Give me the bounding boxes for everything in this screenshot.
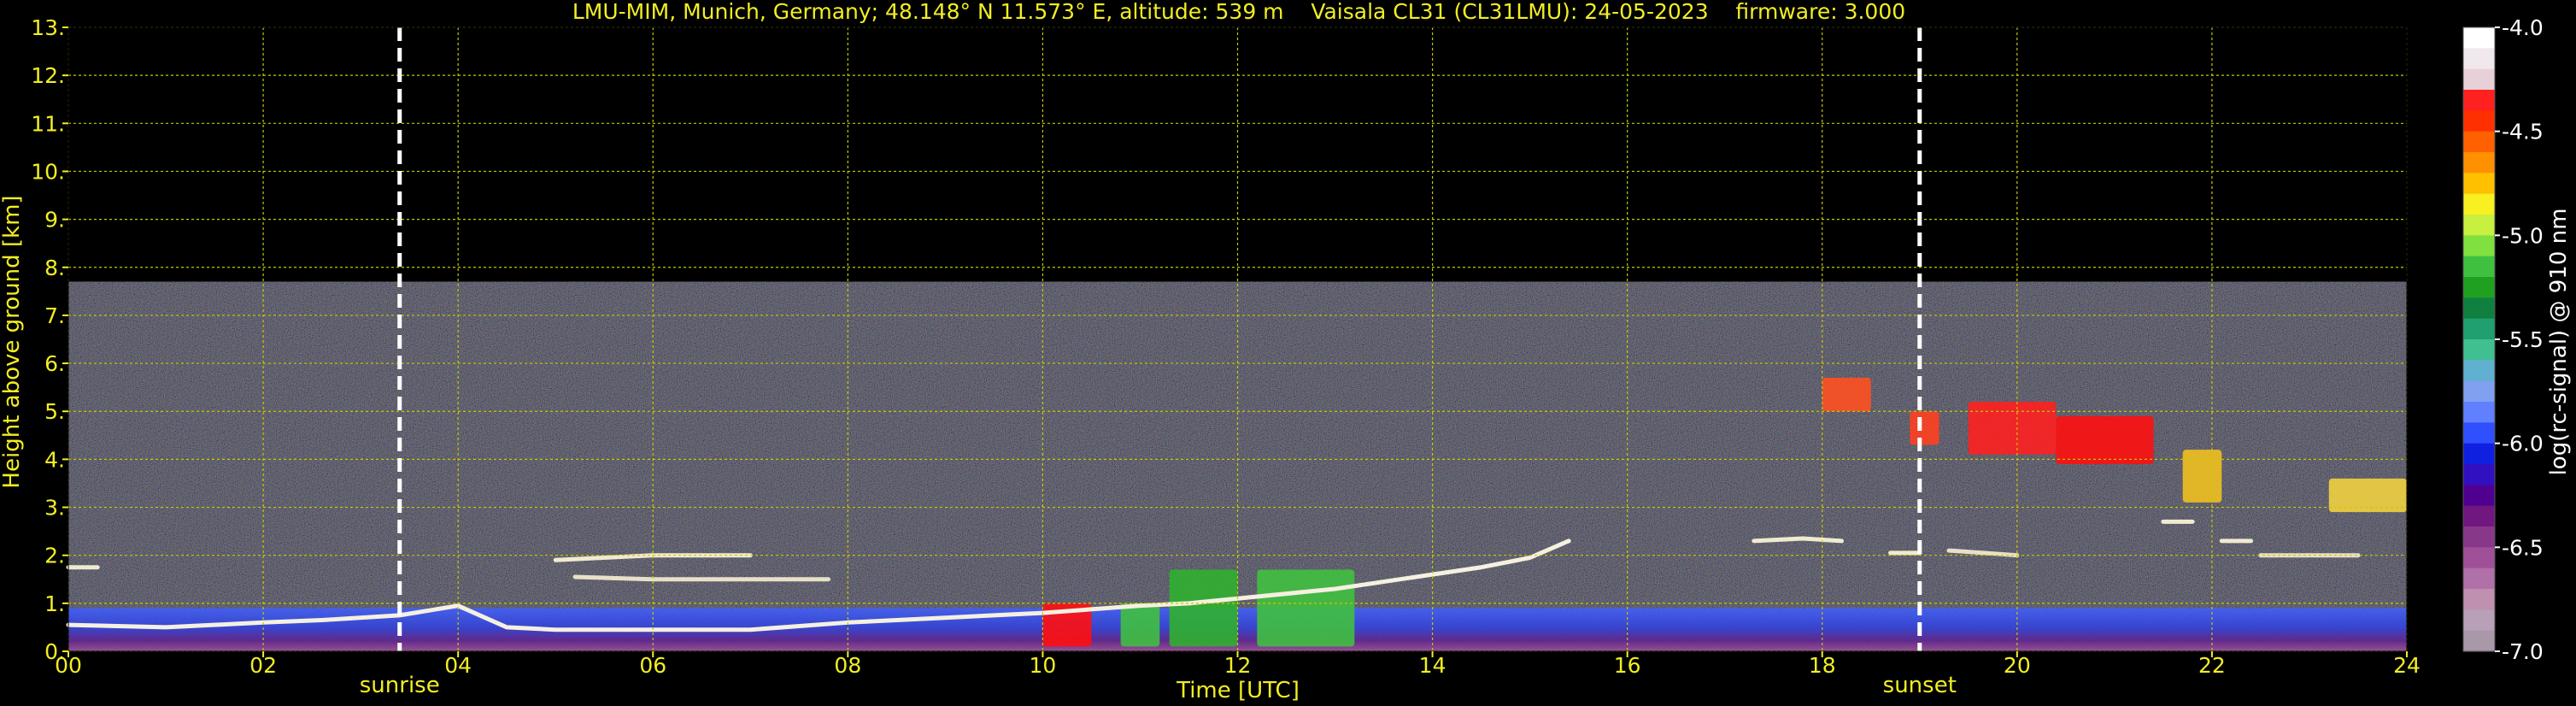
colorbar-tick-label: -5.5 [2502, 327, 2544, 352]
colorbar-tick-label: -6.0 [2502, 432, 2544, 456]
residual-layer-line [1752, 536, 1845, 544]
colorbar-swatch [2463, 48, 2495, 70]
colorbar-swatch [2463, 422, 2495, 444]
y-tick-label: 10. [31, 159, 65, 184]
colorbar-swatch [2463, 256, 2495, 278]
cloud-patch [1169, 569, 1238, 647]
y-tick-label: 4. [44, 447, 65, 472]
colorbar-swatch [2463, 464, 2495, 485]
colorbar-swatch [2463, 630, 2495, 652]
y-tick-label: 7. [44, 303, 65, 328]
colorbar-swatch [2463, 277, 2495, 298]
colorbar-swatch [2463, 27, 2495, 49]
y-axis-ticks: 0. 1. 2. 3. 4. 5. 6. 7. 8. 9. 10. 11. 12. 13. [31, 15, 68, 664]
x-tick-label: 16 [1614, 653, 1641, 678]
colorbar-swatch [2463, 152, 2495, 174]
colorbar-swatch [2463, 68, 2495, 91]
y-tick-label: 2. [44, 544, 65, 568]
y-tick-label: 6. [44, 351, 65, 376]
colorbar-tick-label: -7.0 [2502, 639, 2544, 664]
colorbar-swatch [2463, 339, 2495, 361]
x-tick-label: 24 [2393, 653, 2421, 678]
colorbar-swatch [2463, 505, 2495, 527]
y-tick-label: 9. [44, 208, 65, 232]
colorbar-tick-label: -4.0 [2502, 15, 2544, 40]
y-tick-label: 13. [31, 15, 65, 40]
cloud-patch [1968, 402, 2057, 455]
cloud-patch [1257, 569, 1355, 647]
y-tick-label: 11. [31, 111, 65, 136]
cloud-patch [1120, 603, 1160, 647]
x-tick-label: 02 [249, 653, 277, 678]
colorbar-swatch [2463, 568, 2495, 590]
residual-layer-line [572, 574, 831, 582]
x-tick-label: 22 [2198, 653, 2226, 678]
y-tick-label: 8. [44, 256, 65, 280]
colorbar-swatch [2463, 547, 2495, 569]
colorbar-swatch [2463, 173, 2495, 195]
chart-title: LMU-MIM, Munich, Germany; 48.148° N 11.5… [572, 0, 1905, 24]
x-tick-label: 12 [1224, 653, 1252, 678]
colorbar: -4.0 -4.5 -5.0 -5.5 -6.0 -6.5 -7.0 log(rc-sign… [2462, 15, 2572, 664]
x-tick-label: 18 [1809, 653, 1836, 678]
colorbar-swatch [2463, 110, 2495, 132]
x-tick-label: 06 [639, 653, 666, 678]
sunset-label: sunset [1883, 673, 1957, 698]
cloud-patch [1910, 411, 1939, 445]
colorbar-swatch [2463, 193, 2495, 215]
y-tick-label: 0. [44, 639, 65, 664]
colorbar-swatch [2463, 485, 2495, 507]
plot-area [66, 26, 2408, 652]
colorbar-swatch [2463, 90, 2495, 111]
colorbar-swatch [2463, 609, 2495, 632]
colorbar-swatch [2463, 443, 2495, 465]
cloud-patch [2056, 415, 2154, 464]
colorbar-swatch [2463, 402, 2495, 423]
colorbar-swatch [2463, 380, 2495, 403]
colorbar-swatch [2463, 297, 2495, 320]
colorbar-tick-label: -4.5 [2502, 120, 2544, 144]
x-tick-label: 14 [1419, 653, 1446, 678]
y-tick-label: 3. [44, 496, 65, 521]
y-tick-label: 5. [44, 399, 65, 424]
y-axis-label: Height above ground [km] [0, 195, 25, 488]
cloud-patch [1822, 377, 1871, 412]
y-tick-label: 12. [31, 63, 65, 88]
cloud-patch [2182, 450, 2222, 503]
x-tick-label: 04 [444, 653, 472, 678]
ceilometer-chart: 00 02 04 06 08 10 12 14 16 18 20 22 24 0.1.2.3.4.5.6… [0, 0, 2572, 703]
x-tick-label: 20 [2004, 653, 2031, 678]
colorbar-ticks: -4.0 -4.5 -5.0 -5.5 -6.0 -6.5 -7.0 [2495, 15, 2544, 664]
sunrise-label: sunrise [360, 673, 440, 698]
colorbar-swatch [2463, 235, 2495, 257]
x-axis-label: Time [UTC] [1176, 678, 1300, 703]
colorbar-swatches [2462, 26, 2496, 652]
colorbar-tick-label: -5.0 [2502, 223, 2544, 248]
colorbar-label: log(rc-signal) @ 910 nm [2546, 209, 2572, 476]
colorbar-tick-label: -6.5 [2502, 535, 2544, 560]
colorbar-swatch [2463, 360, 2495, 382]
x-tick-label: 08 [834, 653, 861, 678]
colorbar-swatch [2463, 215, 2495, 236]
colorbar-swatch [2463, 131, 2495, 153]
y-tick-label: 1. [44, 591, 65, 616]
x-tick-label: 10 [1030, 653, 1057, 678]
colorbar-swatch [2463, 318, 2495, 340]
colorbar-swatch [2463, 527, 2495, 548]
colorbar-swatch [2463, 589, 2495, 610]
